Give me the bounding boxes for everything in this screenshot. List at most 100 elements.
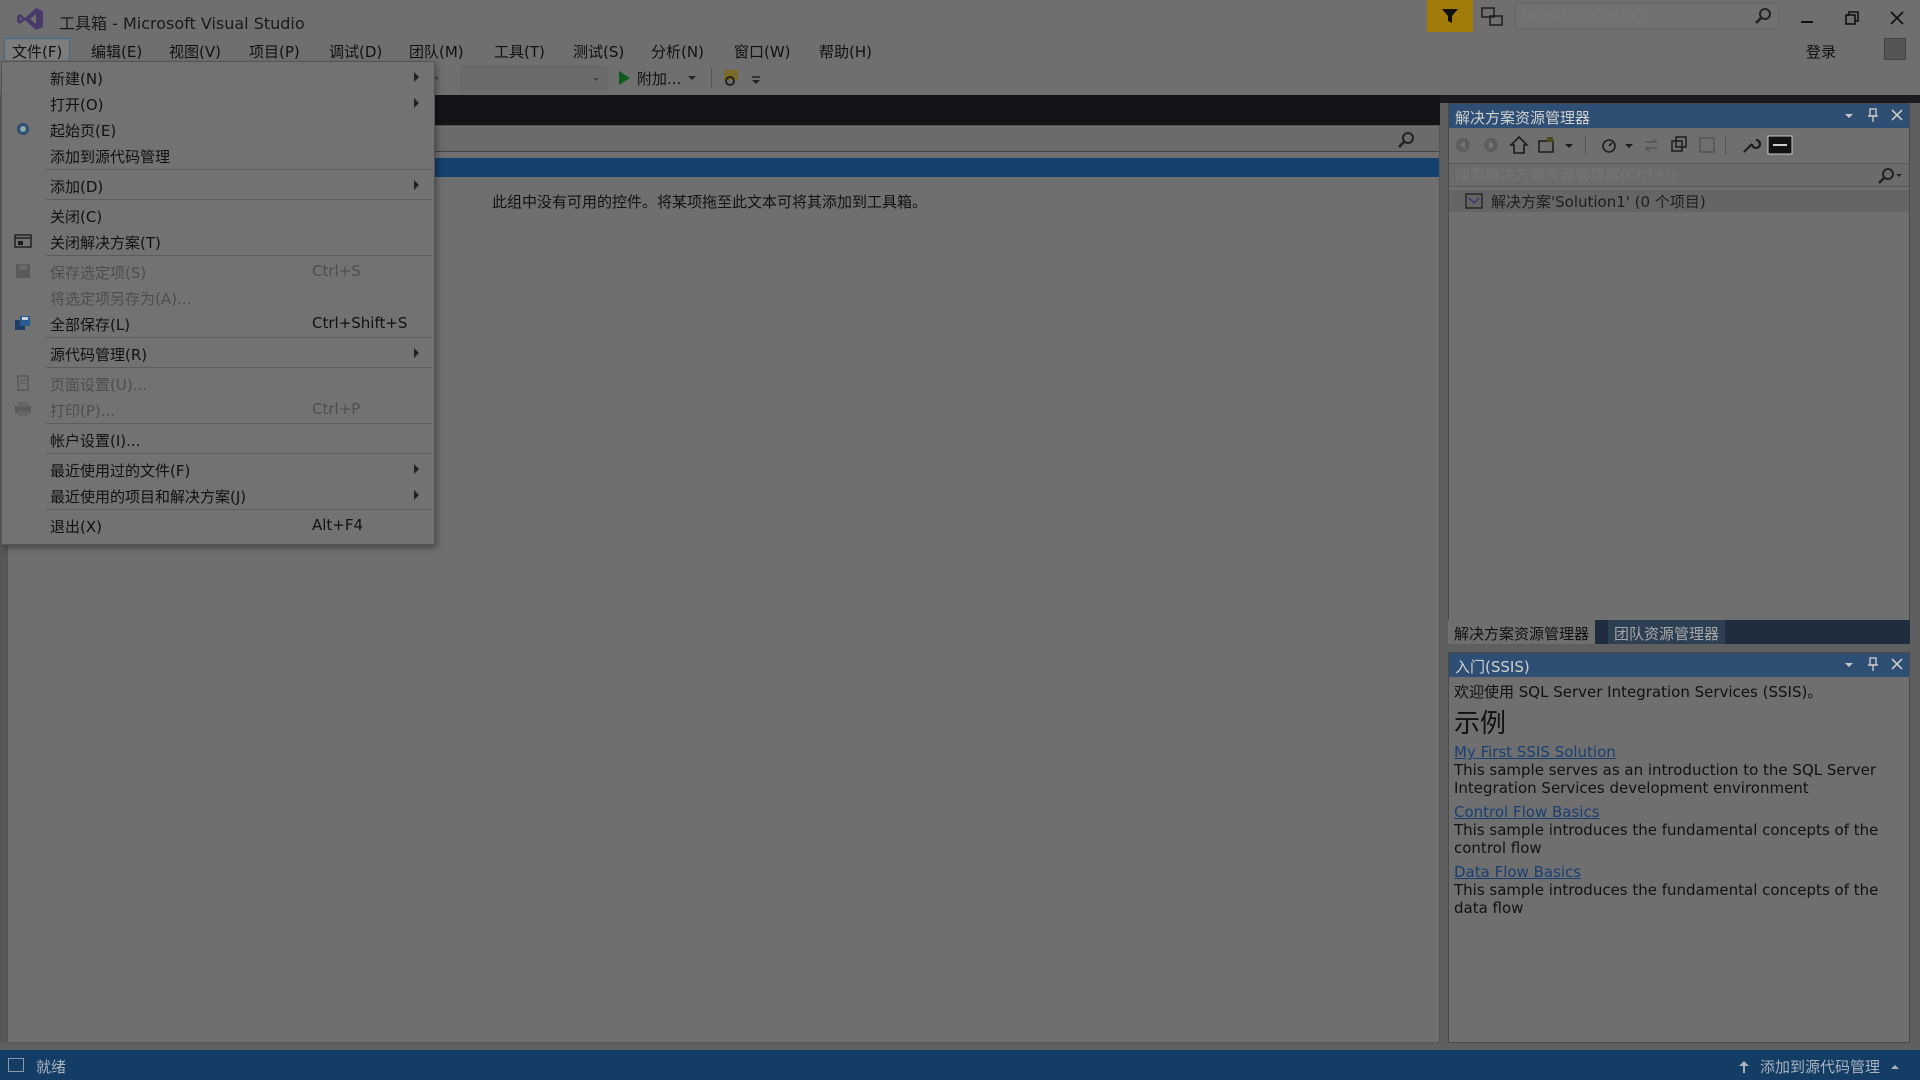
find-in-files-icon[interactable] [722, 67, 744, 89]
menu-item-save-all[interactable]: 全部保存(L) Ctrl+Shift+S [2, 310, 434, 336]
menu-item-add-to-source-control[interactable]: 添加到源代码管理 [2, 142, 434, 168]
submenu-arrow-icon [414, 72, 419, 82]
chevron-down-icon[interactable] [1619, 135, 1639, 155]
output-window-icon[interactable] [8, 1058, 24, 1072]
tab-team-explorer[interactable]: 团队资源管理器 [1608, 620, 1726, 644]
collapse-all-icon[interactable] [1669, 135, 1689, 155]
toolbox-empty-message: 此组中没有可用的控件。将某项拖至此文本可将其添加到工具箱。 [492, 193, 928, 211]
menu-item-label: 关闭解决方案(T) [50, 234, 161, 252]
sample-link-my-first-ssis-solution[interactable]: My First SSIS Solution [1454, 743, 1904, 761]
search-icon [1398, 132, 1414, 148]
menu-item-new[interactable]: 新建(N) [2, 64, 434, 90]
menu-item-exit[interactable]: 退出(X) Alt+F4 [2, 512, 434, 538]
menu-item-page-setup[interactable]: 页面设置(U)... [2, 370, 434, 396]
notification-filter-button[interactable] [1427, 0, 1473, 32]
pending-changes-filter-icon[interactable] [1599, 135, 1619, 155]
chevron-down-icon[interactable] [1559, 135, 1579, 155]
status-bar: 就绪 添加到源代码管理 [0, 1050, 1920, 1080]
menu-item-open[interactable]: 打开(O) [2, 90, 434, 116]
menu-item-label: 帐户设置(I)... [50, 432, 141, 450]
menu-item-label: 最近使用过的文件(F) [50, 462, 191, 480]
menu-separator [46, 199, 432, 200]
menu-edit[interactable]: 编辑(E) [84, 39, 149, 61]
right-panel-tab-strip: 解决方案资源管理器 团队资源管理器 [1448, 620, 1910, 644]
menu-item-add[interactable]: 添加(D) [2, 172, 434, 198]
login-link[interactable]: 登录 [1806, 41, 1836, 62]
minimize-button[interactable] [1792, 6, 1822, 30]
pin-icon[interactable] [1867, 107, 1879, 123]
sync-with-document-icon[interactable] [1641, 135, 1661, 155]
back-icon[interactable] [1453, 135, 1473, 155]
close-icon[interactable] [1891, 656, 1903, 672]
chevron-down-icon [593, 78, 599, 81]
forward-icon[interactable] [1481, 135, 1501, 155]
pane-options-dropdown-icon[interactable] [1843, 107, 1855, 123]
tab-solution-explorer[interactable]: 解决方案资源管理器 [1448, 620, 1596, 644]
menu-item-source-control[interactable]: 源代码管理(R) [2, 340, 434, 366]
close-icon[interactable] [1891, 107, 1903, 123]
menu-item-start-page[interactable]: 起始页(E) [2, 116, 434, 142]
account-avatar-icon[interactable] [1884, 38, 1906, 60]
submenu-arrow-icon [414, 464, 419, 474]
menu-item-label: 添加(D) [50, 178, 104, 196]
close-button[interactable] [1882, 6, 1912, 30]
menu-item-shortcut: Ctrl+P [312, 400, 361, 418]
menu-item-label: 将选定项另存为(A)... [50, 290, 192, 308]
menu-item-save-as[interactable]: 将选定项另存为(A)... [2, 284, 434, 310]
page-setup-icon [17, 375, 29, 391]
menu-test[interactable]: 测试(S) [566, 39, 631, 61]
menu-item-label: 起始页(E) [50, 122, 117, 140]
menu-help[interactable]: 帮助(H) [812, 39, 879, 61]
menu-view[interactable]: 视图(V) [162, 39, 228, 61]
menu-file[interactable]: 文件(F) [4, 38, 71, 61]
sample-link-data-flow-basics[interactable]: Data Flow Basics [1454, 863, 1904, 881]
save-icon [16, 264, 30, 278]
menu-item-save-selected[interactable]: 保存选定项(S) Ctrl+S [2, 258, 434, 284]
menu-separator [46, 169, 432, 170]
solution-tree-root[interactable]: 解决方案'Solution1' (0 个项目) [1449, 190, 1909, 212]
menu-project[interactable]: 项目(P) [242, 39, 307, 61]
switch-views-icon[interactable] [1537, 135, 1557, 155]
ssis-content: 欢迎使用 SQL Server Integration Services (SS… [1454, 683, 1904, 917]
menu-item-account-settings[interactable]: 帐户设置(I)... [2, 426, 434, 452]
solution-explorer-search-input[interactable] [1449, 164, 1869, 186]
restore-button[interactable] [1837, 6, 1867, 30]
quick-launch-input[interactable] [1516, 4, 1746, 28]
home-icon[interactable] [1509, 135, 1529, 155]
print-icon [15, 402, 31, 416]
menu-item-recent-projects[interactable]: 最近使用的项目和解决方案(J) [2, 482, 434, 508]
menu-item-label: 新建(N) [50, 70, 103, 88]
menu-item-close[interactable]: 关闭(C) [2, 202, 434, 228]
menu-window[interactable]: 窗口(W) [727, 39, 798, 61]
close-icon [1890, 11, 1904, 25]
show-all-files-icon[interactable] [1697, 135, 1717, 155]
solution-explorer-search-box[interactable] [1449, 163, 1909, 187]
restore-icon [1845, 11, 1859, 25]
solution-platform-dropdown[interactable] [461, 66, 607, 90]
menu-item-close-solution[interactable]: 关闭解决方案(T) [2, 228, 434, 254]
quick-launch-box[interactable] [1515, 3, 1779, 29]
sample-link-control-flow-basics[interactable]: Control Flow Basics [1454, 803, 1904, 821]
solution-explorer-title: 解决方案资源管理器 [1455, 109, 1591, 127]
menu-item-recent-files[interactable]: 最近使用过的文件(F) [2, 456, 434, 482]
properties-wrench-icon[interactable] [1741, 135, 1761, 155]
attach-button[interactable]: 附加... [617, 67, 697, 89]
pane-options-dropdown-icon[interactable] [1843, 656, 1855, 672]
feedback-icon[interactable] [1480, 6, 1504, 28]
preview-selected-items-icon[interactable] [1767, 135, 1793, 155]
solution-explorer-pane: 解决方案资源管理器 解决方案'Solution1' (0 个项目) [1448, 103, 1910, 643]
menu-item-print[interactable]: 打印(P)... Ctrl+P [2, 396, 434, 422]
pin-icon[interactable] [1867, 656, 1879, 672]
menu-team[interactable]: 团队(M) [402, 39, 471, 61]
menu-debug[interactable]: 调试(D) [322, 39, 389, 61]
solution-tree-root-label: 解决方案'Solution1' (0 个项目) [1491, 192, 1706, 211]
add-to-source-control-button[interactable]: 添加到源代码管理 [1738, 1056, 1900, 1077]
menu-item-label: 关闭(C) [50, 208, 103, 226]
menu-analyze[interactable]: 分析(N) [644, 39, 711, 61]
toolbar-separator [711, 68, 712, 88]
menu-separator [46, 453, 432, 454]
menu-item-label: 保存选定项(S) [50, 264, 147, 282]
ssis-welcome-text: 欢迎使用 SQL Server Integration Services (SS… [1454, 683, 1823, 701]
toolbar-overflow-icon[interactable] [751, 75, 761, 85]
menu-tools[interactable]: 工具(T) [487, 39, 552, 61]
